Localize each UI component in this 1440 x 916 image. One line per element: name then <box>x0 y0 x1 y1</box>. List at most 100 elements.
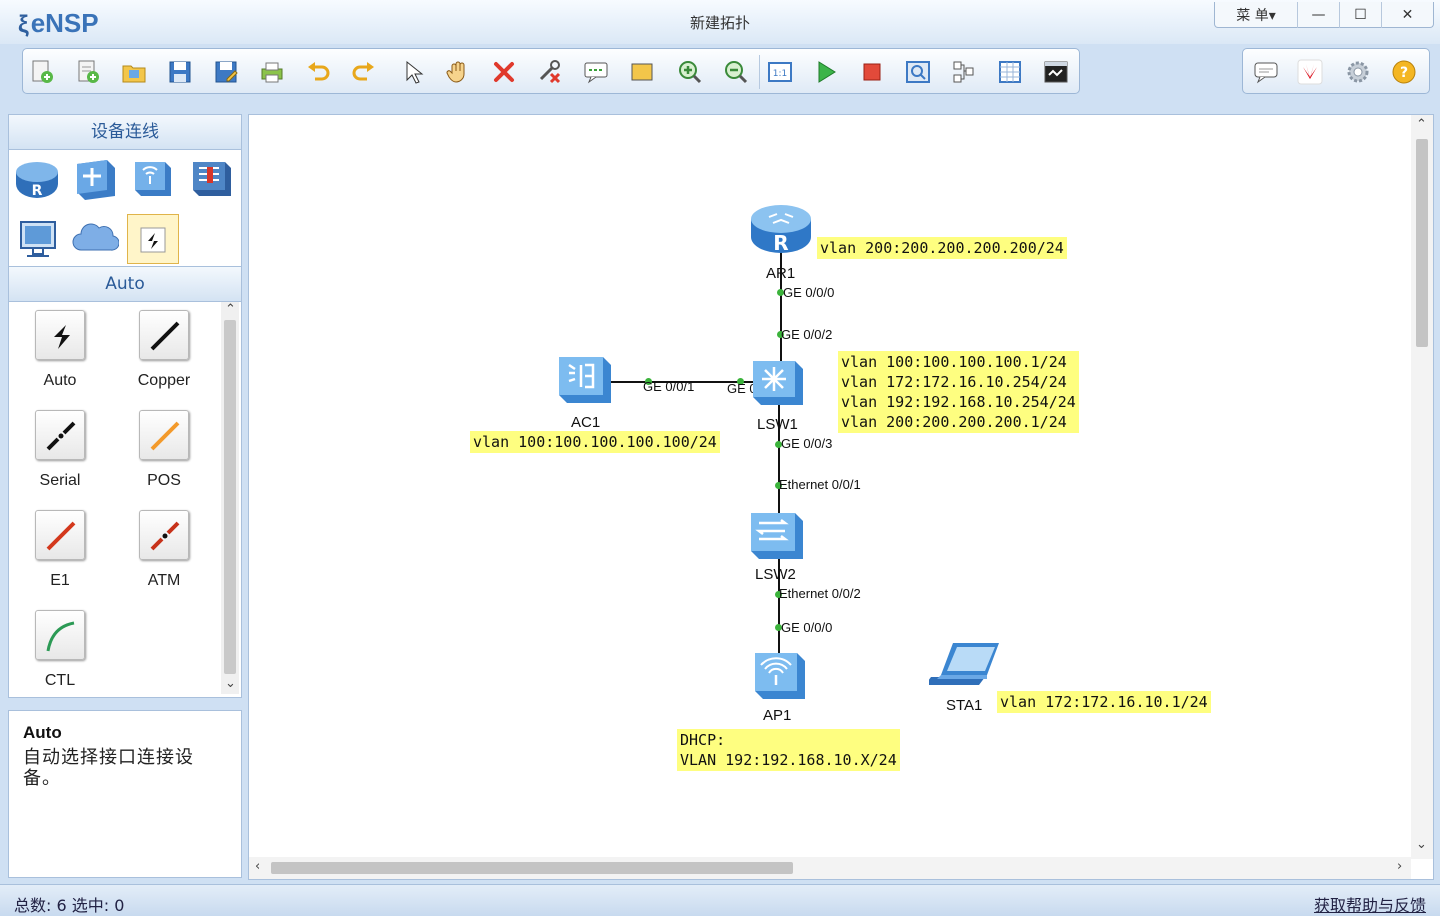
description-text: 自动选择接口连接设备。 <box>23 747 194 789</box>
port-label: GE 0/0/2 <box>781 327 833 342</box>
zoom-in-icon[interactable] <box>677 59 703 85</box>
note-ap1[interactable]: DHCP: VLAN 192:192.168.10.X/24 <box>677 729 900 771</box>
pos-cable-icon <box>150 421 180 451</box>
maximize-button[interactable]: ☐ <box>1339 2 1381 28</box>
scroll-up-icon[interactable]: ⌃ <box>225 302 236 317</box>
copper-cable-icon <box>150 321 180 351</box>
delete-connection-icon[interactable] <box>537 59 563 85</box>
pc-icon[interactable] <box>15 216 63 262</box>
note-lsw1[interactable]: vlan 100:100.100.100.1/24 vlan 172:172.1… <box>838 351 1079 433</box>
device-label: STA1 <box>946 697 983 714</box>
cable-label: ATM <box>147 572 181 589</box>
auto-cable-icon <box>54 325 70 349</box>
new-topology-icon[interactable] <box>29 59 55 85</box>
ctl-cable-icon <box>46 621 75 652</box>
scroll-thumb[interactable] <box>224 320 236 674</box>
device-label: AP1 <box>763 707 792 724</box>
canvas-vertical-scrollbar[interactable]: ⌃ ⌄ <box>1411 115 1433 859</box>
switch-lsw1-icon[interactable] <box>749 353 807 407</box>
add-shape-icon[interactable] <box>629 59 655 85</box>
wireless-icon[interactable] <box>129 156 177 202</box>
cable-list-scrollbar[interactable]: ⌃ ⌄ <box>221 302 239 694</box>
cloud-icon[interactable] <box>71 216 119 262</box>
scroll-thumb[interactable] <box>1416 139 1428 347</box>
firewall-icon[interactable] <box>187 156 235 202</box>
cable-category-selected[interactable] <box>127 214 179 264</box>
switch-lsw2-icon[interactable] <box>747 507 807 563</box>
huawei-icon[interactable] <box>1297 59 1323 85</box>
redo-icon[interactable] <box>351 59 377 85</box>
e1-cable-icon <box>46 521 76 551</box>
save-icon[interactable] <box>167 59 193 85</box>
device-label: LSW1 <box>757 416 798 433</box>
cable-label: POS <box>147 472 181 489</box>
cable-icon <box>140 227 166 253</box>
cable-atm[interactable]: ATM <box>117 502 207 602</box>
ac-ac1-icon[interactable] <box>555 351 615 407</box>
note-sta1[interactable]: vlan 172:172.16.10.1/24 <box>997 691 1211 713</box>
save-as-icon[interactable] <box>213 59 239 85</box>
cable-list: Auto Copper Serial POS E1 ATM CTL ⌃ ⌄ <box>8 302 242 698</box>
print-icon[interactable] <box>259 59 285 85</box>
switch-icon[interactable] <box>71 156 119 202</box>
device-connection-header: 设备连线 <box>8 114 242 150</box>
open-icon[interactable] <box>121 59 147 85</box>
toolbar-separator <box>759 55 760 89</box>
ap-ap1-icon[interactable] <box>751 647 809 703</box>
cable-label: Serial <box>39 472 81 489</box>
router-icon[interactable]: R <box>13 156 61 202</box>
console-icon[interactable] <box>1043 59 1069 85</box>
zoom-out-icon[interactable] <box>723 59 749 85</box>
settings-icon[interactable] <box>1345 59 1371 85</box>
grid-icon[interactable] <box>997 59 1023 85</box>
scroll-thumb[interactable] <box>271 862 793 874</box>
station-sta1-icon[interactable] <box>929 639 1001 691</box>
cable-serial[interactable]: Serial <box>13 402 103 502</box>
note-ar1[interactable]: vlan 200:200.200.200.200/24 <box>817 237 1067 259</box>
cable-auto[interactable]: Auto <box>13 302 103 402</box>
stop-device-icon[interactable] <box>859 59 885 85</box>
serial-cable-icon <box>46 421 76 451</box>
port-label: GE 0/0/1 <box>643 379 695 394</box>
fit-icon[interactable]: 1:1 <box>767 59 793 85</box>
scroll-down-icon[interactable]: ⌄ <box>225 676 236 691</box>
router-ar1-icon[interactable]: R <box>749 199 813 255</box>
scroll-left-icon[interactable]: ‹ <box>255 859 260 874</box>
cable-pos[interactable]: POS <box>117 402 207 502</box>
scroll-down-icon[interactable]: ⌄ <box>1416 837 1427 852</box>
svg-text:1:1: 1:1 <box>773 69 787 79</box>
undo-icon[interactable] <box>305 59 331 85</box>
capture-icon[interactable] <box>905 59 931 85</box>
device-label: AR1 <box>766 265 796 282</box>
add-text-icon[interactable] <box>583 59 609 85</box>
new-example-icon[interactable] <box>75 59 101 85</box>
menu-button[interactable]: 菜 单▾ <box>1215 2 1297 28</box>
select-icon[interactable] <box>399 59 425 85</box>
status-counts: 总数: 6 选中: 0 <box>14 896 125 915</box>
help-icon[interactable]: ? <box>1391 59 1417 85</box>
topology-canvas[interactable]: GE 0/0/0 GE 0/0/2 GE 0/0/1 GE 0/0/1 GE 0… <box>248 114 1434 880</box>
topology-tree-icon[interactable] <box>951 59 977 85</box>
pan-hand-icon[interactable] <box>445 59 471 85</box>
scroll-right-icon[interactable]: › <box>1397 859 1402 874</box>
device-label: AC1 <box>571 414 601 431</box>
chat-icon[interactable] <box>1253 59 1279 85</box>
help-feedback-link[interactable]: 获取帮助与反馈 <box>1314 892 1426 916</box>
note-ac1[interactable]: vlan 100:100.100.100.100/24 <box>470 431 720 453</box>
cable-label: Copper <box>137 372 191 389</box>
close-button[interactable]: ✕ <box>1381 2 1433 28</box>
cable-copper[interactable]: Copper <box>117 302 207 402</box>
device-category-grid: R <box>8 150 242 266</box>
port-label: Ethernet 0/0/2 <box>779 586 861 601</box>
cable-label: Auto <box>43 372 77 389</box>
minimize-button[interactable]: — <box>1297 2 1339 28</box>
canvas-horizontal-scrollbar[interactable]: ‹ › <box>249 857 1411 879</box>
cable-ctl[interactable]: CTL <box>13 602 103 702</box>
cable-e1[interactable]: E1 <box>13 502 103 602</box>
port-label: GE 0/0/0 <box>781 620 833 635</box>
start-device-icon[interactable] <box>813 59 839 85</box>
svg-text:R: R <box>773 231 788 255</box>
delete-icon[interactable] <box>491 59 517 85</box>
window-controls: 菜 单▾ — ☐ ✕ <box>1214 2 1434 28</box>
scroll-up-icon[interactable]: ⌃ <box>1416 117 1427 132</box>
